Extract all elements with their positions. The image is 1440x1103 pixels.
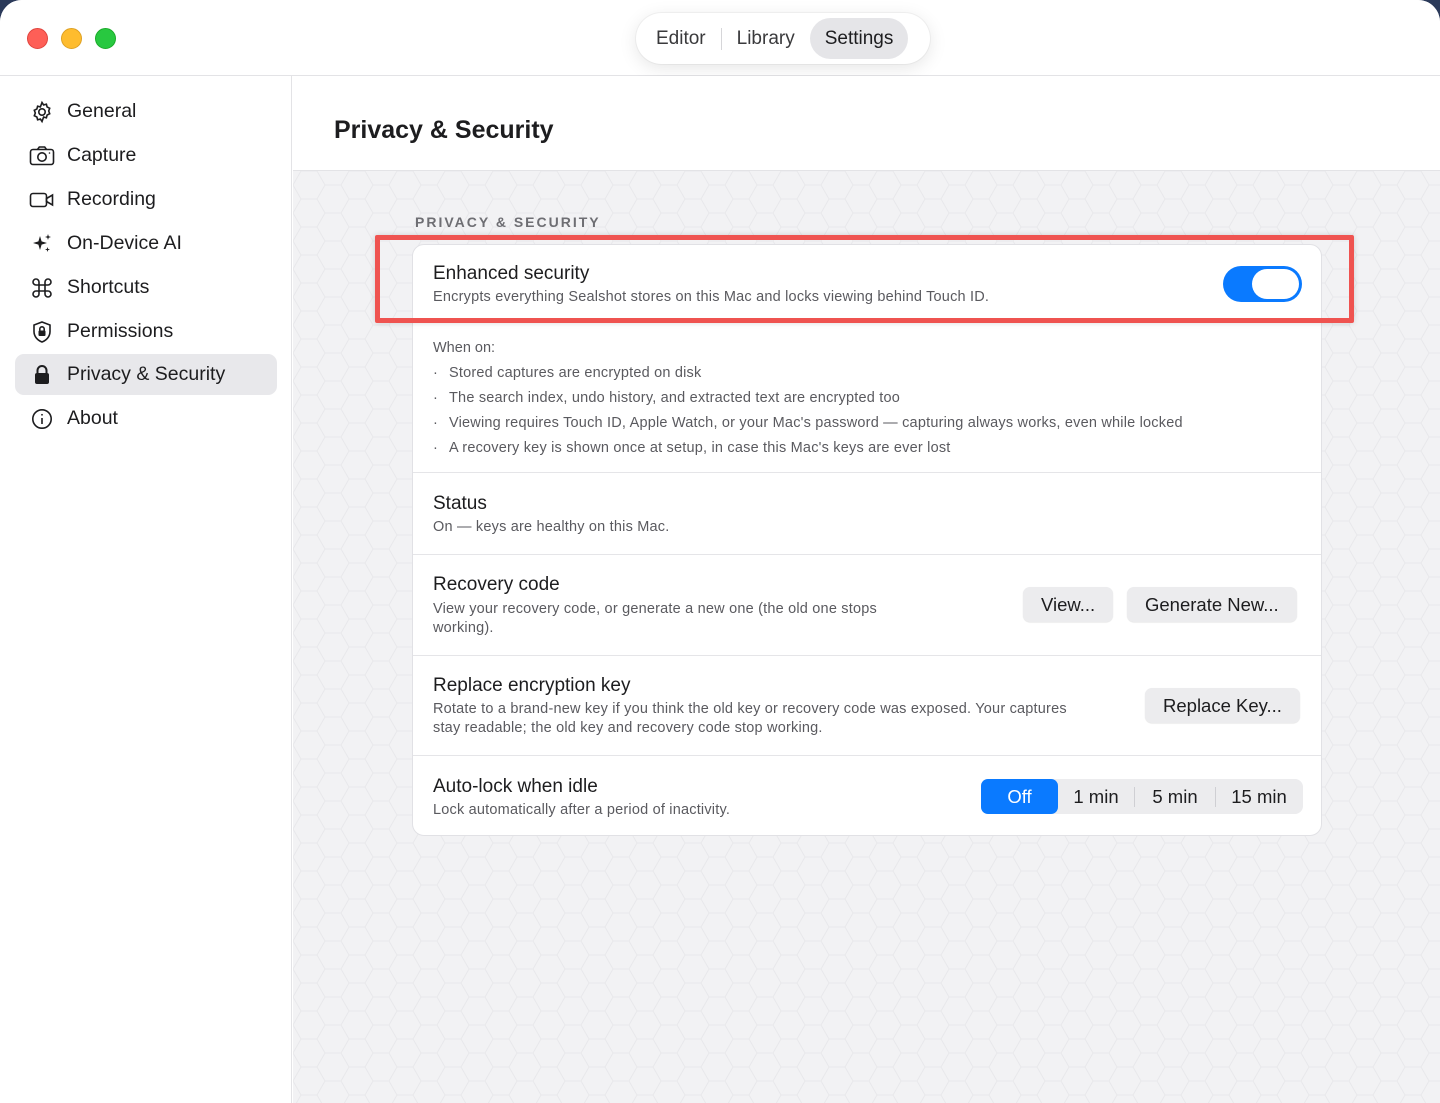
row-divider (413, 554, 1321, 555)
command-icon (29, 275, 55, 301)
auto-lock-title: Auto-lock when idle (433, 776, 598, 797)
sidebar-item-on-device-ai[interactable]: On-Device AI (15, 223, 277, 264)
zoom-window-button[interactable] (95, 28, 116, 49)
sidebar-item-label: Privacy & Security (67, 363, 226, 385)
status-title: Status (433, 493, 487, 514)
video-icon (29, 187, 55, 213)
section-heading: PRIVACY & SECURITY (415, 214, 601, 230)
list-item-text: The search index, undo history, and extr… (449, 390, 900, 406)
tab-library[interactable]: Library (722, 18, 810, 59)
title-bar: Editor Library Settings (0, 0, 1440, 76)
auto-lock-option-off[interactable]: Off (981, 779, 1058, 814)
list-item: · The search index, undo history, and ext… (433, 390, 900, 406)
gear-icon (29, 99, 55, 125)
recovery-code-description: View your recovery code, or generate a n… (433, 601, 877, 636)
info-icon (29, 406, 55, 432)
auto-lock-segmented-control: Off 1 min 5 min 15 min (981, 779, 1303, 814)
page-title: Privacy & Security (334, 116, 554, 144)
tab-settings[interactable]: Settings (809, 18, 909, 59)
list-item: · A recovery key is shown once at setup, … (433, 440, 951, 456)
app-window: Editor Library Settings General Capture … (0, 0, 1440, 1103)
close-window-button[interactable] (27, 28, 48, 49)
auto-lock-option-1-min[interactable]: 1 min (1058, 779, 1134, 814)
sidebar-item-privacy-security[interactable]: Privacy & Security (15, 354, 277, 395)
main-navigation: Editor Library Settings (636, 13, 930, 64)
replace-key-button[interactable]: Replace Key... (1145, 688, 1300, 723)
sidebar-item-label: Shortcuts (67, 276, 150, 298)
row-divider (413, 472, 1321, 473)
when-on-label: When on: (433, 340, 496, 356)
list-item-text: A recovery key is shown once at setup, i… (449, 440, 951, 456)
auto-lock-description: Lock automatically after a period of ina… (433, 802, 731, 818)
replace-key-title: Replace encryption key (433, 675, 631, 696)
list-item-text: Viewing requires Touch ID, Apple Watch, … (449, 415, 1183, 431)
row-divider (413, 655, 1321, 656)
lock-icon (29, 362, 55, 388)
highlight-annotation (375, 235, 1354, 323)
sidebar-item-shortcuts[interactable]: Shortcuts (15, 267, 277, 308)
content-header: Privacy & Security (293, 76, 1440, 171)
auto-lock-option-15-min[interactable]: 15 min (1216, 779, 1302, 814)
sidebar-item-label: On-Device AI (67, 232, 182, 254)
sidebar-item-label: General (67, 100, 137, 122)
auto-lock-option-5-min[interactable]: 5 min (1135, 779, 1215, 814)
tab-editor[interactable]: Editor (641, 18, 721, 59)
list-item: · Stored captures are encrypted on disk (433, 365, 702, 381)
sidebar-item-about[interactable]: About (15, 398, 277, 439)
sidebar-item-general[interactable]: General (15, 91, 277, 132)
sidebar-item-label: Permissions (67, 320, 174, 342)
list-item-text: Stored captures are encrypted on disk (449, 365, 702, 381)
generate-new-recovery-code-button[interactable]: Generate New... (1127, 587, 1297, 622)
sidebar-item-capture[interactable]: Capture (15, 135, 277, 176)
sidebar-item-recording[interactable]: Recording (15, 179, 277, 220)
lock-shield-icon (29, 319, 55, 345)
sparkles-icon (29, 231, 55, 257)
minimize-window-button[interactable] (61, 28, 82, 49)
camera-icon (29, 143, 55, 169)
sidebar-item-permissions[interactable]: Permissions (15, 311, 277, 352)
row-divider (413, 755, 1321, 756)
view-recovery-code-button[interactable]: View... (1023, 587, 1114, 622)
settings-card: Enhanced security Encrypts everything Se… (412, 244, 1322, 836)
replace-key-description: Rotate to a brand-new key if you think t… (433, 701, 1067, 736)
sidebar-item-label: About (67, 407, 118, 429)
sidebar-item-label: Capture (67, 144, 137, 166)
settings-sidebar: General Capture Recording On-Device AI S… (0, 76, 292, 1103)
list-item: · Viewing requires Touch ID, Apple Watch,… (433, 415, 1183, 431)
sidebar-item-label: Recording (67, 188, 156, 210)
recovery-code-title: Recovery code (433, 574, 560, 595)
status-description: On — keys are healthy on this Mac. (433, 519, 670, 535)
